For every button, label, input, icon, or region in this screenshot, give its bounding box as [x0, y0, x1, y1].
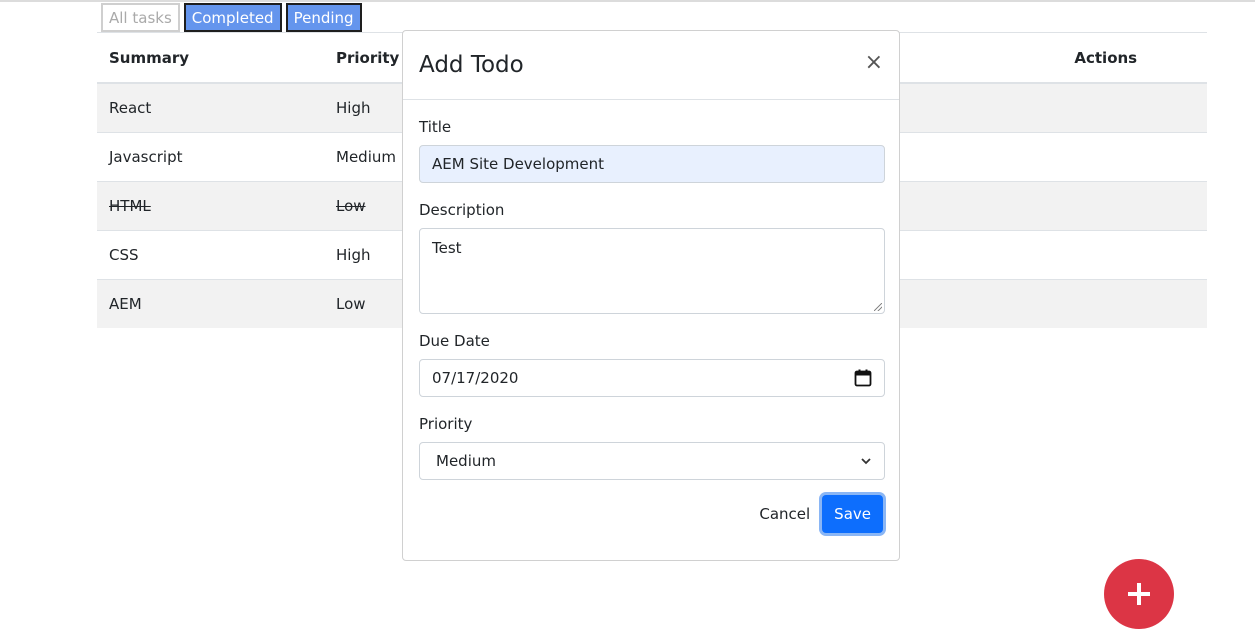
due-date-input[interactable]: 07/17/2020 [419, 359, 885, 397]
row-summary: HTML [97, 181, 324, 231]
modal-header: Add Todo × [403, 31, 899, 100]
due-date-value: 07/17/2020 [432, 369, 519, 387]
priority-label: Priority [419, 415, 473, 433]
resize-grip-icon[interactable] [874, 303, 882, 311]
description-textarea[interactable]: Test [419, 228, 885, 314]
filter-completed-button[interactable]: Completed [183, 3, 282, 32]
priority-value: Medium [436, 452, 496, 470]
save-button[interactable]: Save [822, 495, 883, 533]
close-icon[interactable]: × [865, 50, 883, 75]
title-label: Title [419, 118, 452, 136]
plus-icon [1128, 583, 1150, 605]
due-date-label: Due Date [419, 332, 490, 350]
top-divider [0, 0, 1255, 2]
priority-select[interactable]: Medium [419, 442, 885, 480]
description-value: Test [432, 239, 462, 257]
modal-footer: Cancel Save [419, 495, 883, 533]
row-summary: Javascript [97, 132, 324, 182]
filter-pending-button[interactable]: Pending [285, 3, 362, 32]
chevron-down-icon [861, 458, 871, 465]
calendar-icon[interactable] [854, 369, 872, 387]
add-todo-fab[interactable] [1104, 559, 1174, 629]
modal-title: Add Todo [419, 52, 524, 78]
row-summary: CSS [97, 230, 324, 280]
title-input[interactable]: AEM Site Development [419, 145, 885, 183]
add-todo-modal: Add Todo × Title AEM Site Development De… [402, 30, 900, 561]
title-value: AEM Site Development [432, 155, 604, 173]
description-label: Description [419, 201, 505, 219]
row-summary: AEM [97, 279, 324, 328]
row-summary: React [97, 82, 324, 133]
header-summary: Summary [97, 32, 324, 84]
filter-all-button[interactable]: All tasks [101, 3, 180, 32]
filter-bar: All tasks Completed Pending [101, 3, 362, 32]
modal-body: Title AEM Site Development Description T… [403, 118, 899, 533]
cancel-button[interactable]: Cancel [759, 505, 810, 523]
